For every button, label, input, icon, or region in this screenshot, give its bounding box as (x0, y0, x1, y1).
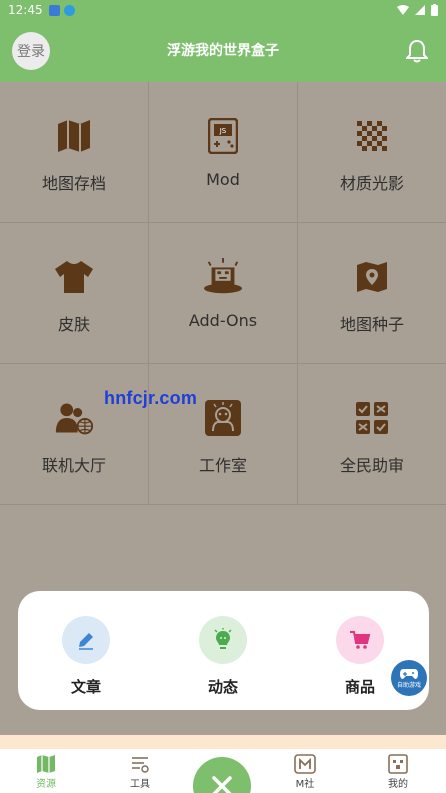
bell-icon[interactable] (406, 39, 428, 63)
publish-article-label: 文章 (70, 678, 101, 696)
content-strip (0, 735, 446, 749)
multiplayer-icon (54, 398, 94, 438)
publish-product-label: 商品 (344, 678, 375, 696)
watermark-text: hnfcjr.com (104, 388, 198, 408)
tab-m-community[interactable]: M社 (275, 753, 335, 790)
floating-game-button[interactable]: 自助游戏 (391, 660, 427, 696)
grid-item-label: 联机大厅 (41, 456, 106, 475)
review-icon (352, 398, 392, 438)
svg-text:JS: JS (219, 127, 227, 135)
grid-item-label: 全民助审 (339, 456, 404, 475)
grid-item-map-archive[interactable]: 地图存档 (0, 82, 149, 223)
tab-resources[interactable]: 资源 (16, 753, 76, 790)
grid-item-label: 地图存档 (41, 174, 106, 193)
tshirt-icon (54, 257, 94, 297)
tools-tab-icon (129, 753, 151, 775)
tab-label: 资源 (36, 779, 56, 790)
grid-item-studio[interactable]: 工作室 (149, 364, 298, 505)
map-tab-icon (35, 753, 57, 775)
map-seed-icon (352, 257, 392, 297)
publish-moment-label: 动态 (207, 678, 238, 696)
grid-item-addons[interactable]: Add-Ons (149, 223, 298, 364)
gamepad-icon (400, 668, 418, 679)
profile-tab-icon (387, 753, 409, 775)
page-title: 浮游我的世界盒子 (167, 43, 279, 59)
signal-icon (415, 5, 425, 15)
publish-moment-button[interactable]: 动态 (173, 616, 273, 697)
status-time: 12:45 (8, 3, 43, 17)
close-icon (212, 776, 232, 793)
grid-item-review[interactable]: 全民助审 (298, 364, 446, 505)
grid-item-multiplayer-lobby[interactable]: 联机大厅 (0, 364, 149, 505)
tab-label: 我的 (388, 779, 408, 790)
floating-game-label: 自助游戏 (396, 681, 421, 689)
tab-label: M社 (295, 779, 315, 790)
tab-label: 工具 (130, 779, 150, 790)
publish-article-button[interactable]: 文章 (36, 616, 136, 697)
tab-tools[interactable]: 工具 (110, 753, 170, 790)
publish-popup: 文章 动态 商品 (18, 591, 429, 710)
battery-icon (431, 4, 438, 16)
notification-app-icon (48, 4, 60, 16)
cart-icon (336, 616, 384, 664)
grid-item-mod[interactable]: JS Mod (149, 82, 298, 223)
grid-item-label: 皮肤 (57, 315, 90, 334)
wifi-icon (397, 5, 409, 15)
grid-item-label: 材质光影 (339, 174, 404, 193)
grid-item-map-seed[interactable]: 地图种子 (298, 223, 446, 364)
bulb-icon (199, 616, 247, 664)
magic-hat-icon (203, 257, 243, 297)
grid-item-label: Mod (206, 170, 240, 189)
js-console-icon: JS (203, 116, 243, 156)
m-community-tab-icon (294, 753, 316, 775)
grid-item-skin[interactable]: 皮肤 (0, 223, 149, 364)
grid-item-label: Add-Ons (188, 311, 258, 330)
grid-item-texture-shader[interactable]: 材质光影 (298, 82, 446, 223)
grid-item-label: 地图种子 (339, 315, 404, 334)
studio-icon (203, 398, 243, 438)
grid-item-label: 工作室 (198, 456, 247, 475)
pencil-icon (62, 616, 110, 664)
app-header: 登录 浮游我的世界盒子 (0, 20, 446, 82)
tab-profile[interactable]: 我的 (368, 753, 428, 790)
download-icon (63, 4, 75, 16)
status-bar: 12:45 (0, 0, 446, 20)
checkerboard-icon (352, 116, 392, 156)
map-icon (54, 116, 94, 156)
